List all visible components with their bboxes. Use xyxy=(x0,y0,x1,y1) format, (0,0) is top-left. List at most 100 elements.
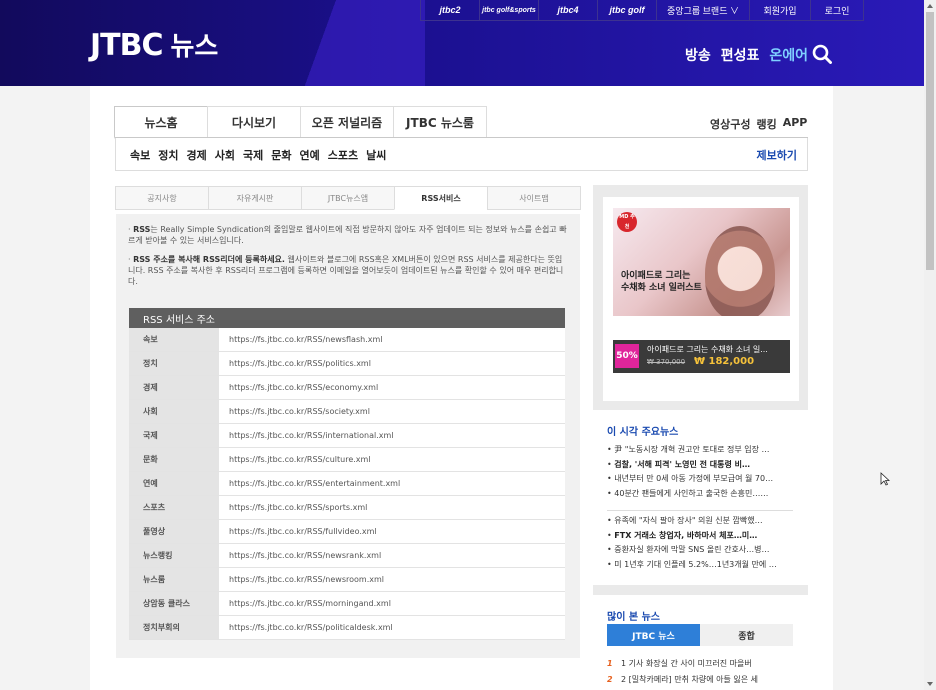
rss-category: 뉴스랭킹 xyxy=(129,544,219,567)
tab-open-journalism[interactable]: 오픈 저널리즘 xyxy=(300,106,394,138)
section-society[interactable]: 사회 xyxy=(215,147,235,163)
section-international[interactable]: 국제 xyxy=(243,147,263,163)
signup-link[interactable]: 회원가입 xyxy=(749,0,811,21)
top-link-jtbc-golf[interactable]: jtbc golf xyxy=(597,0,657,21)
news-item-text: 40분간 팬들에게 사인하고 출국한 손흥민…… xyxy=(614,488,769,498)
rss-row: 연예 https://fs.jtbc.co.kr/RSS/entertainmen… xyxy=(129,472,565,496)
section-breaking[interactable]: 속보 xyxy=(130,147,150,163)
rss-row: 뉴스랭킹 https://fs.jtbc.co.kr/RSS/newsrank.x… xyxy=(129,544,565,568)
subtab-notice[interactable]: 공지사항 xyxy=(115,186,209,210)
news-item[interactable]: • 미 1년후 기대 인플레 5.2%…1년3개월 만에 … xyxy=(607,558,793,573)
most-viewed-title[interactable]: 많이 본 뉴스 xyxy=(607,608,660,623)
tab-newsroom[interactable]: JTBC 뉴스룸 xyxy=(393,106,487,138)
link-app[interactable]: APP xyxy=(783,116,808,132)
rss-url[interactable]: https://fs.jtbc.co.kr/RSS/newsrank.xml xyxy=(219,544,565,567)
section-politics[interactable]: 정치 xyxy=(158,147,178,163)
section-culture[interactable]: 문화 xyxy=(271,147,291,163)
rss-url[interactable]: https://fs.jtbc.co.kr/RSS/newsflash.xml xyxy=(219,328,565,351)
subtab-rss[interactable]: RSS서비스 xyxy=(394,186,488,210)
report-link[interactable]: 제보하기 xyxy=(757,147,797,163)
rank-item[interactable]: 2 2 [밀착카메라] 만취 차량에 아들 잃은 세 xyxy=(607,671,793,687)
ad-illustration xyxy=(705,226,775,321)
tab-overall[interactable]: 종합 xyxy=(700,624,793,646)
top-link-golf-sports[interactable]: jtbc golf&sports xyxy=(479,0,539,21)
news-item-text: 미 1년후 기대 인플레 5.2%…1년3개월 만에 … xyxy=(614,559,777,569)
section-weather[interactable]: 날씨 xyxy=(366,147,386,163)
subtab-sitemap[interactable]: 사이트맵 xyxy=(487,186,581,210)
rank-item[interactable]: 1 1 기사 화장실 간 사이 미끄러진 마을버 xyxy=(607,655,793,671)
rss-row: 정치부회의 https://fs.jtbc.co.kr/RSS/political… xyxy=(129,616,565,640)
news-item[interactable]: • 40분간 팬들에게 사인하고 출국한 손흥민…… xyxy=(607,487,793,502)
news-item[interactable]: • 尹 "노동시장 개혁 권고안 토대로 정부 입장 … xyxy=(607,443,793,458)
nav-onair[interactable]: 온에어 xyxy=(769,45,808,65)
ad-banner[interactable]: MD 추천 아이패드로 그리는 수채화 소녀 일러스트 50% 아이패드로 그리… xyxy=(603,197,799,401)
rss-url[interactable]: https://fs.jtbc.co.kr/RSS/politics.xml xyxy=(219,352,565,375)
tab-replay[interactable]: 다시보기 xyxy=(207,106,301,138)
login-link[interactable]: 로그인 xyxy=(810,0,864,21)
news-item-text: FTX 거래소 창업자, 바하마서 체포…미… xyxy=(614,530,758,540)
old-price: ₩ 370,000 xyxy=(647,358,686,366)
rss-url[interactable]: https://fs.jtbc.co.kr/RSS/international.… xyxy=(219,424,565,447)
subtab-board[interactable]: 자유게시판 xyxy=(208,186,302,210)
rss-table-title: RSS 서비스 주소 xyxy=(129,308,565,328)
page-scrollbar[interactable] xyxy=(924,0,936,690)
news-item-text: 내년부터 만 0세 아동 가정에 부모급여 월 70… xyxy=(614,474,774,483)
tab-news-home[interactable]: 뉴스홈 xyxy=(114,106,208,139)
service-tabs: 공지사항 자유게시판 JTBC뉴스앱 RSS서비스 사이트맵 xyxy=(115,186,581,210)
rss-url[interactable]: https://fs.jtbc.co.kr/RSS/morningand.xml xyxy=(219,592,565,615)
news-item[interactable]: • 내년부터 만 0세 아동 가정에 부모급여 월 70… xyxy=(607,472,793,487)
scroll-up-icon[interactable] xyxy=(927,4,933,8)
search-icon[interactable] xyxy=(812,44,832,64)
ad-deal[interactable]: 50% 아이패드로 그리는 수채화 소녀 일... ₩ 370,000 ₩ 18… xyxy=(613,340,790,373)
most-viewed-tabs: JTBC 뉴스 종합 xyxy=(607,624,793,646)
section-economy[interactable]: 경제 xyxy=(187,147,207,163)
nav-schedule[interactable]: 편성표 xyxy=(721,45,760,65)
rss-row: 풀영상 https://fs.jtbc.co.kr/RSS/fullvideo.x… xyxy=(129,520,565,544)
rss-desc-2-bold: RSS 주소를 복사해 RSS리더에 등록하세요. xyxy=(133,255,285,264)
link-video[interactable]: 영상구성 xyxy=(710,116,750,132)
right-links: 영상구성 랭킹 APP xyxy=(710,116,807,132)
rss-desc-2: · RSS 주소를 복사해 RSS리더에 등록하세요. 웹사이트와 블로그에 R… xyxy=(128,255,564,286)
group-brand-dropdown[interactable]: 중앙그룹 브랜드 ∨ xyxy=(656,0,750,21)
rss-url[interactable]: https://fs.jtbc.co.kr/RSS/politicaldesk.… xyxy=(219,616,565,639)
news-item[interactable]: • FTX 거래소 창업자, 바하마서 체포…미… xyxy=(607,529,793,544)
news-divider xyxy=(607,510,793,511)
site-logo[interactable]: JTBC 뉴스 xyxy=(90,26,218,63)
section-nav: 속보 정치 경제 사회 국제 문화 연예 스포츠 날씨 제보하기 xyxy=(115,138,808,171)
rank-title: 1 기사 화장실 간 사이 미끄러진 마을버 xyxy=(621,658,752,668)
news-item[interactable]: • 중환자실 환자에 막말 SNS 올린 간호사…병… xyxy=(607,543,793,558)
news-item[interactable]: • 유족에 "자식 팔아 장사" 의원 신분 깜빡했… xyxy=(607,514,793,529)
most-viewed-box: 많이 본 뉴스 JTBC 뉴스 종합 1 1 기사 화장실 간 사이 미끄러진 마… xyxy=(593,595,808,690)
section-entertainment[interactable]: 연예 xyxy=(300,147,320,163)
main-nav: 방송 편성표 온에어 xyxy=(685,45,808,65)
top-link-jtbc4[interactable]: jtbc4 xyxy=(538,0,598,21)
rss-row: 스포츠 https://fs.jtbc.co.kr/RSS/sports.xml xyxy=(129,496,565,520)
rss-category: 풀영상 xyxy=(129,520,219,543)
rss-url[interactable]: https://fs.jtbc.co.kr/RSS/entertainment.… xyxy=(219,472,565,495)
rss-url[interactable]: https://fs.jtbc.co.kr/RSS/economy.xml xyxy=(219,376,565,399)
rss-url[interactable]: https://fs.jtbc.co.kr/RSS/newsroom.xml xyxy=(219,568,565,591)
rss-desc-1-bold: RSS xyxy=(133,225,151,234)
tab-jtbc-news[interactable]: JTBC 뉴스 xyxy=(607,624,700,646)
rank-list: 1 1 기사 화장실 간 사이 미끄러진 마을버 2 2 [밀착카메라] 만취 차량… xyxy=(607,655,793,687)
top-news-title[interactable]: 이 시각 주요뉴스 xyxy=(607,423,678,438)
subtab-app[interactable]: JTBC뉴스앱 xyxy=(301,186,395,210)
news-item[interactable]: • 검찰, '서해 피격' 노영민 전 대통령 비… xyxy=(607,458,793,473)
news-item-text: 중환자실 환자에 막말 SNS 올린 간호사…병… xyxy=(614,545,770,554)
rss-url[interactable]: https://fs.jtbc.co.kr/RSS/culture.xml xyxy=(219,448,565,471)
main-content: 뉴스홈 다시보기 오픈 저널리즘 JTBC 뉴스룸 영상구성 랭킹 APP 속보… xyxy=(90,86,833,690)
rss-category: 연예 xyxy=(129,472,219,495)
rss-category: 경제 xyxy=(129,376,219,399)
rss-row: 경제 https://fs.jtbc.co.kr/RSS/economy.xml xyxy=(129,376,565,400)
top-link-jtbc2[interactable]: jtbc2 xyxy=(420,0,480,21)
rss-url[interactable]: https://fs.jtbc.co.kr/RSS/society.xml xyxy=(219,400,565,423)
link-ranking[interactable]: 랭킹 xyxy=(756,116,776,132)
nav-broadcast[interactable]: 방송 xyxy=(685,45,711,65)
section-sports[interactable]: 스포츠 xyxy=(328,147,358,163)
ad-image[interactable]: MD 추천 아이패드로 그리는 수채화 소녀 일러스트 xyxy=(613,208,790,338)
scroll-thumb[interactable] xyxy=(926,12,934,270)
rss-url[interactable]: https://fs.jtbc.co.kr/RSS/sports.xml xyxy=(219,496,565,519)
scroll-down-icon[interactable] xyxy=(927,682,933,686)
top-news-list-1: • 尹 "노동시장 개혁 권고안 토대로 정부 입장 … • 검찰, '서해 피… xyxy=(607,443,793,501)
rss-url[interactable]: https://fs.jtbc.co.kr/RSS/fullvideo.xml xyxy=(219,520,565,543)
